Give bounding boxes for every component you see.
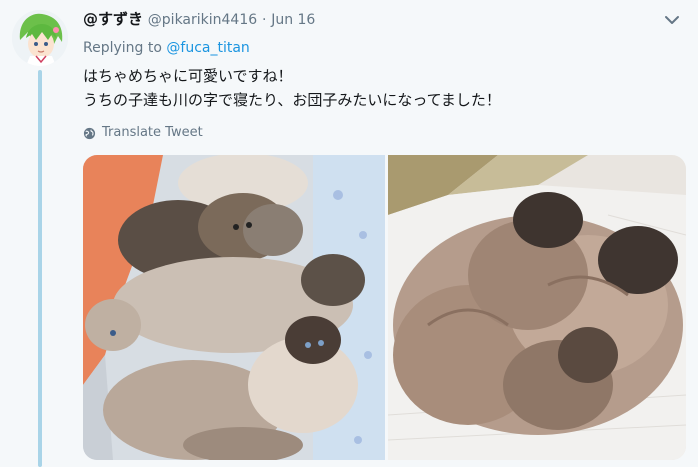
user-handle[interactable]: @pikarikin4416 bbox=[148, 12, 257, 28]
translate-label: Translate Tweet bbox=[102, 125, 203, 140]
tweet-text-line: うちの子達も川の字で寝たり、お団子みたいになってました！ bbox=[83, 91, 501, 109]
media-gallery bbox=[83, 155, 686, 460]
replying-prefix: Replying to bbox=[83, 40, 162, 56]
replying-handle-link[interactable]: @fuca_titan bbox=[166, 40, 249, 56]
replying-to: Replying to @fuca_titan bbox=[83, 38, 250, 58]
translate-tweet-link[interactable]: Translate Tweet bbox=[83, 124, 203, 142]
tweet-text: はちゃめちゃに可愛いですね！ うちの子達も川の字で寝たり、お団子みたいになってま… bbox=[83, 64, 683, 112]
tweet-header: @すずき @pikarikin4416 · Jun 16 bbox=[83, 8, 315, 31]
display-name[interactable]: @すずき bbox=[83, 10, 143, 28]
meta-separator: · bbox=[261, 12, 267, 28]
chevron-down-icon[interactable] bbox=[664, 12, 680, 28]
avatar[interactable] bbox=[12, 10, 68, 66]
tweet[interactable]: @すずき @pikarikin4416 · Jun 16 Replying to… bbox=[0, 0, 698, 467]
tweet-text-line: はちゃめちゃに可愛いですね！ bbox=[83, 67, 293, 85]
globe-icon bbox=[83, 127, 96, 139]
photo-cats-lying-together[interactable] bbox=[83, 155, 385, 460]
tweet-date[interactable]: Jun 16 bbox=[271, 12, 315, 28]
thread-line bbox=[38, 70, 42, 467]
photo-cats-curled-ball[interactable] bbox=[388, 155, 686, 460]
